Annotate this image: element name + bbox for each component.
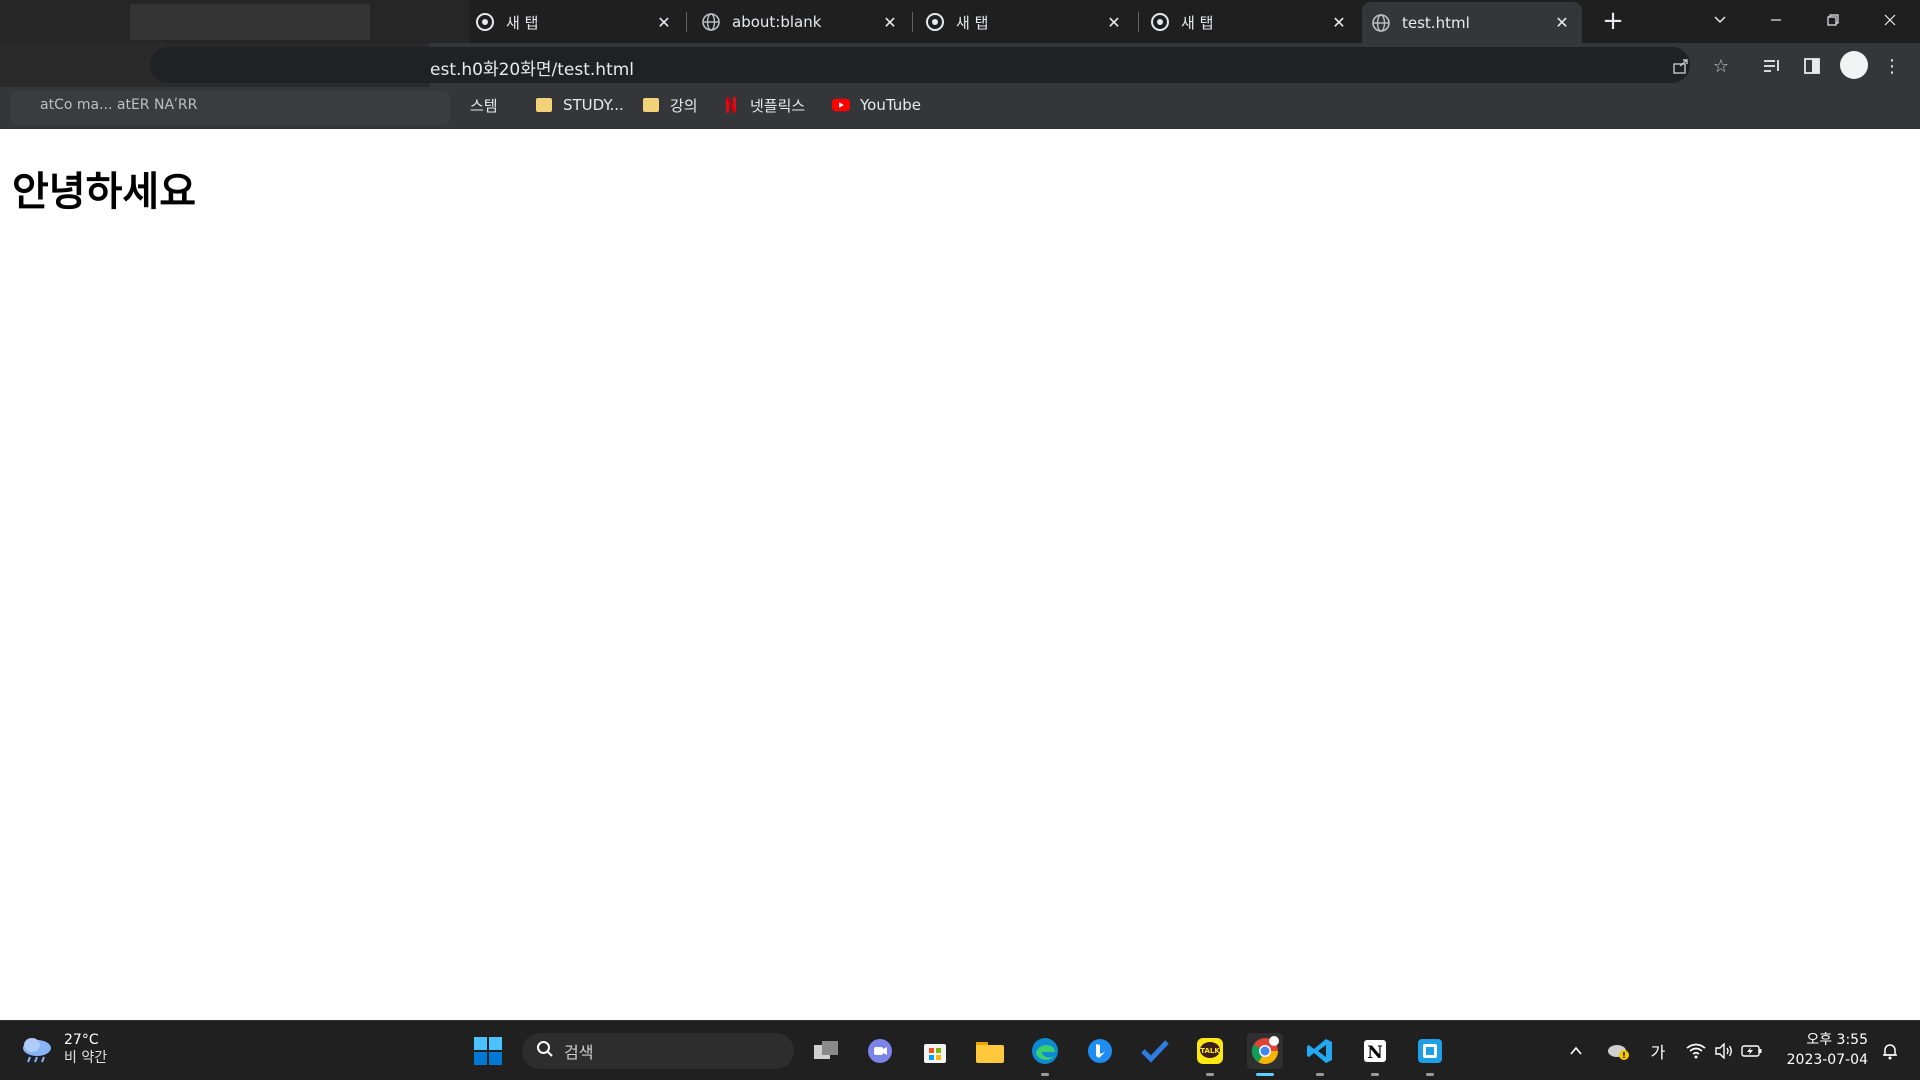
svg-text:N: N — [1367, 1043, 1383, 1063]
tab-new-3[interactable]: 새 탭 ✕ — [1141, 4, 1359, 40]
notification-bell-icon[interactable] — [1876, 1039, 1904, 1063]
bookmark-folder-lecture[interactable]: 강의 — [642, 87, 698, 123]
bookmark-item[interactable]: 스템 — [470, 87, 498, 123]
battery-icon[interactable] — [1738, 1039, 1766, 1063]
tab-separator — [912, 12, 913, 32]
wifi-icon[interactable] — [1682, 1039, 1710, 1063]
tab-title: 새 탭 — [1181, 13, 1214, 32]
close-icon[interactable]: ✕ — [654, 12, 674, 32]
share-icon[interactable] — [1668, 53, 1694, 79]
weather-widget[interactable]: 27°C 비 약간 — [20, 1031, 107, 1067]
microsoft-store-icon[interactable] — [917, 1033, 953, 1069]
weather-text: 27°C 비 약간 — [64, 1031, 107, 1067]
bookmark-label: 스템 — [470, 96, 498, 115]
tab-separator — [1138, 12, 1139, 32]
translator-icon[interactable] — [1412, 1033, 1448, 1076]
restore-button[interactable] — [1805, 0, 1861, 40]
close-icon[interactable]: ✕ — [1104, 12, 1124, 32]
bookmark-label: 넷플릭스 — [750, 96, 806, 115]
more-menu-icon[interactable]: ⋮ — [1878, 52, 1906, 80]
chrome-taskbar-icon[interactable] — [1247, 1033, 1283, 1076]
new-tab-button[interactable]: + — [1598, 6, 1628, 36]
todo-icon[interactable] — [1137, 1033, 1173, 1069]
running-indicator — [1371, 1073, 1379, 1076]
folder-icon — [535, 96, 553, 114]
globe-icon — [702, 13, 720, 31]
minimize-button[interactable] — [1748, 0, 1804, 40]
avatar[interactable] — [1840, 51, 1868, 79]
rain-cloud-icon — [20, 1036, 54, 1063]
onedrive-warning-icon[interactable]: ! — [1604, 1039, 1632, 1063]
bookmarks-bar: atϹo ma... atЕR NAʹRR 스템 STUDY... 강의 넷플릭… — [0, 87, 1920, 129]
close-window-button[interactable] — [1862, 0, 1918, 40]
netflix-icon — [722, 96, 740, 114]
running-indicator — [1426, 1073, 1434, 1076]
notion-icon[interactable]: N — [1357, 1033, 1393, 1076]
bookmark-netflix[interactable]: 넷플릭스 — [722, 87, 805, 123]
bookmark-folder-study[interactable]: STUDY... — [535, 87, 624, 123]
close-icon[interactable]: ✕ — [1552, 13, 1572, 33]
globe-icon — [1372, 13, 1390, 32]
tab-title: about:blank — [732, 13, 822, 31]
tab-new-2[interactable]: 새 탭 ✕ — [916, 4, 1134, 40]
bookmark-partial[interactable]: atϹo ma... atЕR NAʹRR — [40, 87, 197, 123]
side-panel-icon[interactable] — [1798, 52, 1826, 80]
redacted-area — [130, 4, 370, 40]
address-bar-url[interactable]: est.h0화20화면/test.html — [430, 55, 634, 80]
tab-new-1[interactable]: 새 탭 ✕ — [466, 4, 684, 40]
chrome-icon — [926, 13, 944, 31]
bookmark-label: 강의 — [670, 96, 698, 115]
taskbar-search[interactable]: 검색 — [522, 1033, 794, 1069]
clock-time: 오후 3:55 — [1806, 1032, 1868, 1048]
close-icon[interactable]: ✕ — [1329, 12, 1349, 32]
tab-test-html[interactable]: test.html ✕ — [1362, 2, 1582, 43]
weather-condition: 비 약간 — [64, 1050, 108, 1066]
bing-icon[interactable] — [1082, 1033, 1118, 1069]
screen: 새 탭 ✕ about:blank ✕ 새 탭 ✕ 새 탭 ✕ test.htm… — [0, 0, 1920, 1080]
tab-title: 새 탭 — [506, 13, 539, 32]
svg-text:!: ! — [1622, 1051, 1626, 1060]
ime-indicator[interactable]: 가 — [1644, 1039, 1672, 1063]
close-icon[interactable]: ✕ — [880, 12, 900, 32]
volume-icon[interactable] — [1710, 1039, 1738, 1063]
star-icon[interactable]: ☆ — [1708, 53, 1734, 79]
running-indicator — [1206, 1073, 1214, 1076]
running-indicator — [1041, 1073, 1049, 1076]
page-content: 안녕하세요 — [0, 129, 1920, 1020]
reading-list-icon[interactable] — [1758, 52, 1786, 80]
chrome-icon — [1151, 13, 1169, 31]
youtube-icon — [832, 96, 850, 114]
bookmark-youtube[interactable]: YouTube — [832, 87, 921, 123]
weather-temp: 27°C — [64, 1032, 99, 1048]
running-indicator — [1256, 1073, 1274, 1076]
chevron-down-icon[interactable] — [1692, 0, 1748, 40]
page-heading: 안녕하세요 — [12, 169, 196, 215]
browser-toolbar: est.h0화20화면/test.html ☆ ⋮ — [0, 43, 1920, 87]
vscode-icon[interactable] — [1302, 1033, 1338, 1076]
taskbar-clock[interactable]: 오후 3:55 2023-07-04 — [1784, 1030, 1868, 1070]
bookmark-label: YouTube — [860, 96, 921, 114]
svg-text:TALK: TALK — [1200, 1047, 1220, 1055]
folder-icon — [642, 96, 660, 114]
teams-chat-icon[interactable] — [862, 1033, 898, 1069]
tab-separator — [686, 12, 687, 32]
tab-about-blank[interactable]: about:blank ✕ — [692, 4, 910, 40]
search-icon — [536, 1040, 554, 1063]
clock-date: 2023-07-04 — [1786, 1052, 1868, 1068]
taskbar: 27°C 비 약간 검색 TALK N ! 가 오후 3:55 2023-07-… — [0, 1020, 1920, 1080]
task-view-icon[interactable] — [808, 1033, 844, 1069]
windows-start-icon[interactable] — [470, 1033, 506, 1069]
omnibox[interactable] — [150, 47, 1690, 83]
chrome-icon — [476, 13, 494, 31]
tab-title: 새 탭 — [956, 13, 989, 32]
tab-title: test.html — [1402, 13, 1470, 32]
kakaotalk-icon[interactable]: TALK — [1192, 1033, 1228, 1076]
chevron-up-icon[interactable] — [1562, 1039, 1590, 1063]
search-placeholder: 검색 — [564, 1043, 594, 1062]
edge-icon[interactable] — [1027, 1033, 1063, 1076]
file-explorer-icon[interactable] — [972, 1033, 1008, 1069]
bookmark-label: STUDY... — [563, 96, 624, 114]
tab-strip: 새 탭 ✕ about:blank ✕ 새 탭 ✕ 새 탭 ✕ test.htm… — [0, 0, 1920, 43]
running-indicator — [1316, 1073, 1324, 1076]
